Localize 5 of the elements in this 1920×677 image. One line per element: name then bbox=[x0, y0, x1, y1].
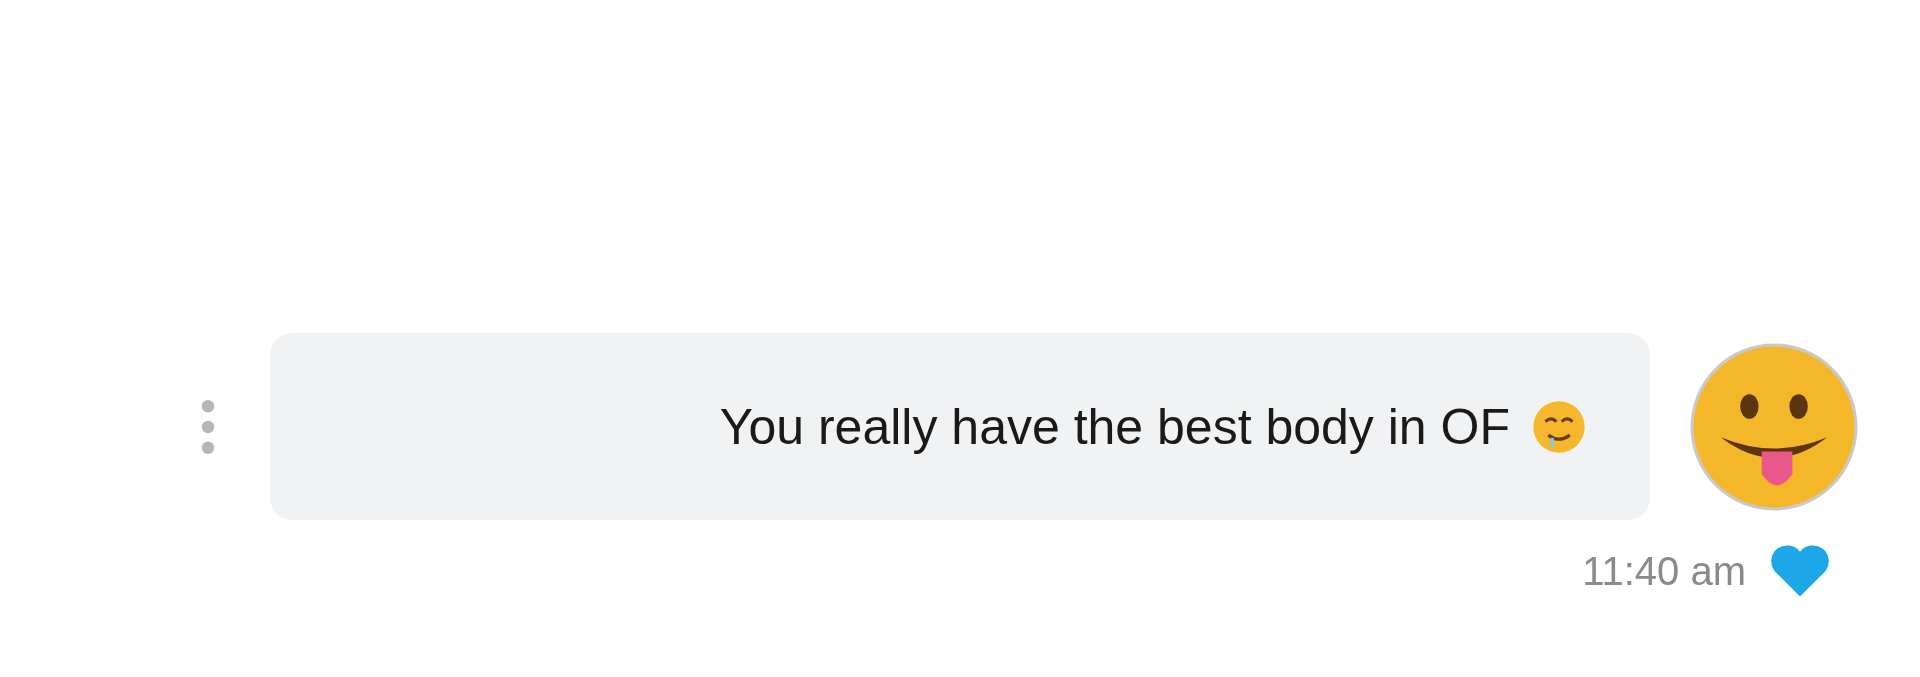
more-options-icon[interactable] bbox=[200, 398, 216, 455]
drooling-face-icon bbox=[1532, 399, 1586, 454]
avatar-icon bbox=[1690, 342, 1858, 511]
timestamp: 11:40 am bbox=[1582, 548, 1746, 594]
message-text: You really have the best body in OF bbox=[719, 397, 1510, 456]
